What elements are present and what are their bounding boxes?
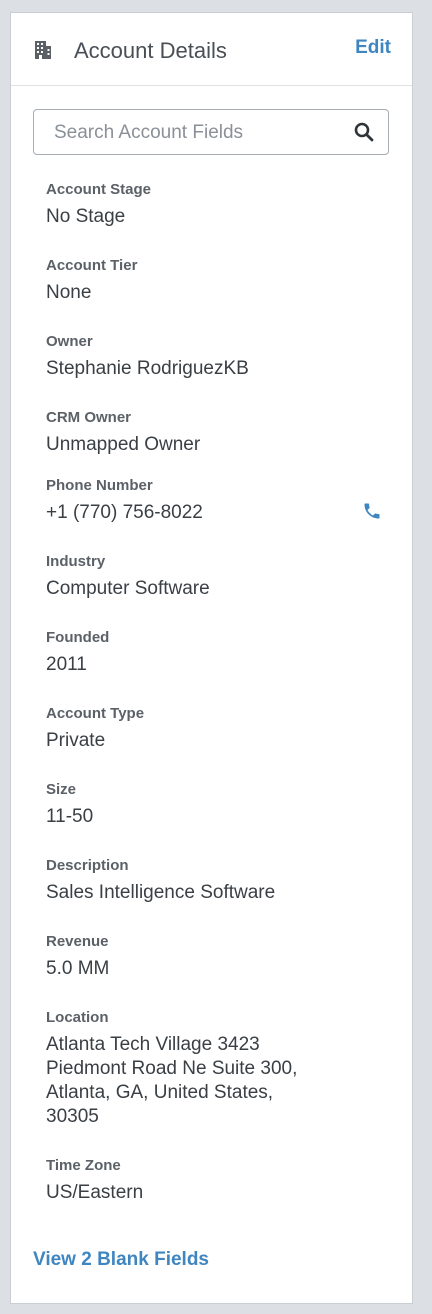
field-industry: Industry Computer Software [46,553,386,601]
field-value: None [46,282,92,303]
field-value: Private [46,730,106,751]
field-value: 5.0 MM [46,958,110,979]
field-label: CRM Owner [46,409,132,426]
field-size: Size 11-50 [46,781,386,829]
field-description: Description Sales Intelligence Software [46,857,386,905]
field-value: 11-50 [46,806,94,827]
field-value: No Stage [46,206,126,227]
panel-title: Account Details [74,38,227,63]
account-details-panel: Account Details Edit Account Stage No St… [10,12,413,1304]
field-label: Founded [46,629,110,646]
field-value: 2011 [46,654,87,675]
field-value: Unmapped Owner [46,434,201,455]
field-value: US/Eastern [46,1182,144,1203]
field-crm-owner: CRM Owner Unmapped Owner [46,409,386,457]
field-label: Description [46,857,129,874]
field-label: Phone Number [46,477,153,494]
phone-icon[interactable] [362,501,382,521]
field-label: Industry [46,553,106,570]
field-phone-number: Phone Number +1 (770) 756-8022 [46,477,386,525]
field-founded: Founded 2011 [46,629,386,677]
field-label: Account Type [46,705,145,722]
search-icon[interactable] [354,122,374,142]
field-value: +1 (770) 756-8022 [46,502,203,523]
field-revenue: Revenue 5.0 MM [46,933,386,981]
field-value: Stephanie RodriguezKB [46,358,249,379]
edit-button[interactable]: Edit [355,37,391,59]
field-label: Revenue [46,933,109,950]
field-label: Time Zone [46,1157,121,1174]
field-account-type: Account Type Private [46,705,386,753]
field-value: Sales Intelligence Software [46,882,276,903]
field-label: Account Stage [46,181,152,198]
panel-header: Account Details Edit [11,13,412,86]
field-label: Size [46,781,77,798]
field-label: Account Tier [46,257,138,274]
field-label: Location [46,1009,109,1026]
search-input[interactable] [52,121,346,145]
field-value: Computer Software [46,578,210,599]
field-time-zone: Time Zone US/Eastern [46,1157,386,1205]
field-account-tier: Account Tier None [46,257,386,305]
field-location: Location Atlanta Tech Village 3423 Piedm… [46,1009,386,1129]
field-label: Owner [46,333,93,350]
building-icon [35,41,51,59]
field-value: Atlanta Tech Village 3423 Piedmont Road … [46,1034,298,1127]
field-account-stage: Account Stage No Stage [46,181,386,229]
view-blank-fields-link[interactable]: View 2 Blank Fields [33,1249,209,1271]
search-box [33,109,389,155]
field-owner: Owner Stephanie RodriguezKB [46,333,386,381]
